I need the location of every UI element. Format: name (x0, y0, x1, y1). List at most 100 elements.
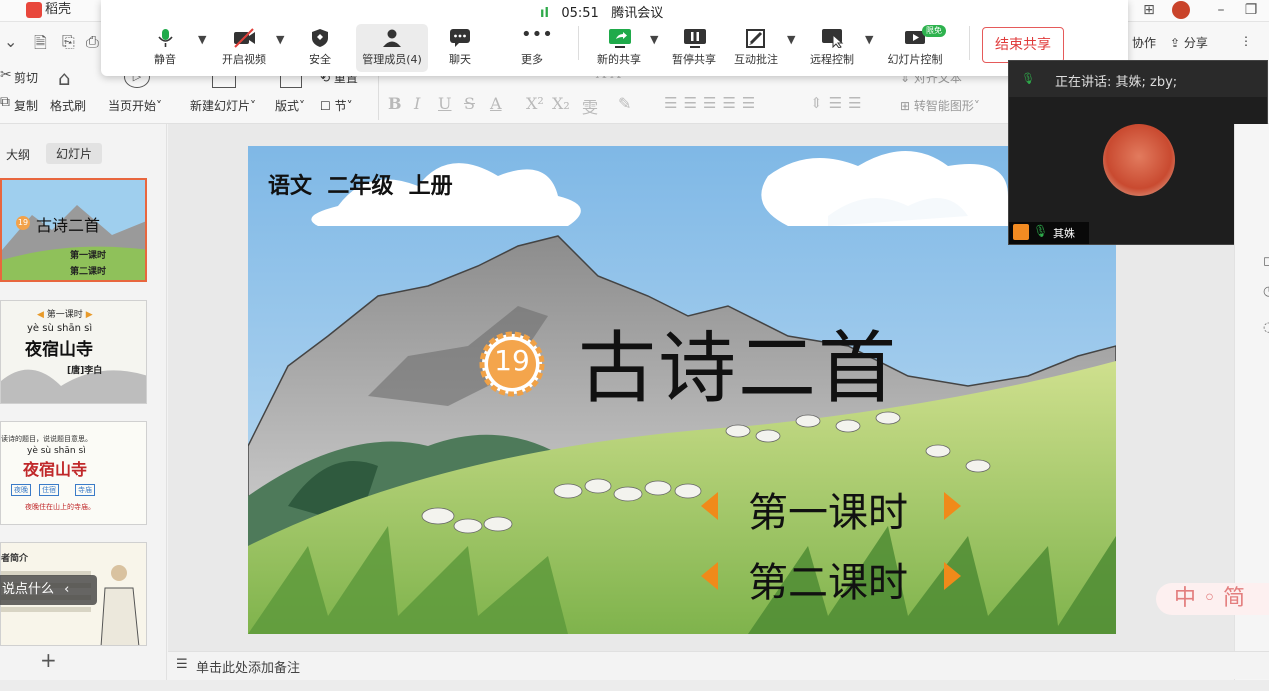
notes-placeholder[interactable]: 单击此处添加备注 (196, 657, 300, 676)
underline-icon[interactable]: U (438, 94, 451, 113)
pinyin-guide-icon[interactable]: 雯 (582, 94, 598, 118)
minimize-icon[interactable]: – (1210, 0, 1232, 20)
bold-icon[interactable]: B (388, 94, 402, 113)
cut-button[interactable]: 剪切 (14, 69, 38, 86)
chat-button[interactable]: 聊天 (430, 24, 490, 72)
print-icon[interactable]: ⎙ (86, 32, 99, 52)
thumb-1-line-1: 第一课时 (70, 251, 107, 261)
slide-title: 古诗二首 (578, 324, 899, 414)
status-bar (0, 680, 1269, 691)
shield-icon (309, 28, 331, 48)
participant-mic-icon: 🎙 (1033, 224, 1049, 238)
security-button[interactable]: 安全 (290, 24, 350, 72)
signal-icon: ıl (540, 6, 549, 21)
collab-button[interactable]: 协作 (1132, 34, 1156, 51)
annotate-icon (745, 28, 767, 48)
more-options-icon[interactable]: ⋮ (1240, 34, 1252, 48)
divider (969, 26, 970, 60)
lesson-2-label: 第二课时 (748, 560, 908, 606)
slide[interactable]: 语文 二年级 上册 19 古诗二首 第一课时 第二课时 (248, 146, 1116, 634)
paragraph-align-icons[interactable]: ☰☰☰☰☰ (664, 94, 761, 112)
meeting-toolbar: ıl 05:51 腾讯会议 静音 ▼ 开启视频 ▼ 安全 管理成员(4) 聊天 … (101, 0, 1128, 76)
side-tool-icon[interactable]: ◔ (1263, 284, 1269, 299)
divider (578, 26, 579, 60)
format-painter-button[interactable]: 格式刷 (50, 97, 86, 114)
thumb-3-title: 夜宿山寺 (23, 460, 88, 479)
annotate-options-caret[interactable]: ▼ (787, 33, 795, 46)
more-button[interactable]: ••• 更多 (502, 24, 562, 72)
chat-overlay-bubble[interactable]: 说点什么 ‹ (0, 575, 97, 605)
slide-thumbnail-1[interactable]: 19 古诗二首 第一课时 第二课时 (0, 178, 147, 282)
section-button[interactable]: ☐ 节˅ (320, 97, 353, 114)
side-tool-icon[interactable]: ◻ (1263, 254, 1269, 269)
video-window[interactable]: 🎙 正在讲话: 其姝; zby; 🎙 其姝 (1008, 60, 1268, 245)
meeting-time: 05:51 (561, 6, 599, 21)
members-icon (381, 28, 403, 48)
ime-indicator[interactable]: 中 ◦ 简 (1156, 583, 1269, 615)
speaker-mic-icon: 🎙 (1021, 72, 1035, 85)
thumb-3-text: 读诗的题目，说说题目意思。 (1, 435, 92, 443)
remote-control-button[interactable]: 远程控制 (802, 24, 862, 72)
thumb-2-pinyin: yè sù shān sì (27, 323, 93, 334)
meeting-header: ıl 05:51 腾讯会议 (540, 2, 663, 21)
tab-slides[interactable]: 幻灯片 (46, 143, 103, 164)
thumb-3-tag: 夜晚 (11, 484, 31, 496)
tab-outline[interactable]: 大纲 (6, 146, 30, 163)
chevron-down-icon[interactable]: ⌄ (4, 32, 17, 51)
slide-thumbnail-3[interactable]: 读诗的题目，说说题目意思。 yè sù shān sì 夜宿山寺 夜晚 住宿 寺… (0, 421, 147, 525)
notes-bar[interactable]: ☰ 单击此处添加备注 (168, 651, 1269, 679)
export-icon[interactable]: ⎘ (62, 32, 75, 52)
share-button[interactable]: ⇪ 分享 (1170, 34, 1208, 51)
mute-button[interactable]: 静音 (135, 24, 195, 72)
share-options-caret[interactable]: ▼ (650, 33, 658, 46)
add-slide-button[interactable]: + (40, 648, 57, 672)
copy-icon[interactable]: ⧉ (0, 94, 10, 110)
thumb-3-pinyin: yè sù shān sì (27, 446, 86, 456)
pause-icon (683, 28, 706, 48)
pause-share-button[interactable]: 暂停共享 (664, 24, 724, 72)
user-avatar[interactable] (1172, 1, 1190, 19)
remote-options-caret[interactable]: ▼ (865, 33, 873, 46)
layout-button[interactable]: 版式˅ (275, 97, 305, 114)
app-name[interactable]: 稻壳 (45, 0, 71, 20)
manage-members-button[interactable]: 管理成员(4) (356, 24, 428, 72)
from-current-button[interactable]: 当页开始˅ (108, 97, 162, 114)
thumb-1-line-2: 第二课时 (70, 267, 107, 277)
subscript-icon[interactable]: X₂ (552, 94, 570, 113)
highlight-icon[interactable]: ✎ (618, 94, 631, 113)
slide-thumbnail-2[interactable]: ◀ 第一课时 ▶ yè sù shān sì 夜宿山寺 [唐]李白 (0, 300, 147, 404)
more-icon: ••• (521, 24, 553, 45)
italic-icon[interactable]: I (414, 94, 420, 113)
scissors-icon[interactable]: ✂ (0, 67, 12, 83)
end-share-button[interactable]: 结束共享 (982, 27, 1064, 63)
font-color-icon[interactable]: A (490, 94, 502, 113)
line-spacing-icons[interactable]: ⇕☰☰ (810, 94, 867, 112)
microphone-icon (154, 28, 176, 48)
mute-options-caret[interactable]: ▼ (198, 33, 206, 46)
grid-icon[interactable]: ⊞ (1138, 0, 1160, 20)
superscript-icon[interactable]: X² (526, 94, 544, 113)
thumb-2-author: [唐]李白 (67, 366, 103, 376)
side-tool-icon[interactable]: ◌ (1263, 320, 1269, 335)
save-icon[interactable]: 🗎 (34, 32, 47, 59)
start-video-button[interactable]: 开启视频 (214, 24, 274, 72)
remote-control-icon (821, 28, 844, 49)
thumb-3-tag: 寺庙 (75, 484, 95, 496)
thumb-1-number: 19 (16, 216, 30, 230)
strikethrough-icon[interactable]: S (464, 94, 475, 113)
lesson-1-label: 第一课时 (748, 490, 908, 536)
restore-icon[interactable]: ❐ (1240, 0, 1262, 20)
new-slide-button[interactable]: 新建幻灯片˅ (190, 97, 256, 114)
slide-panel: 大纲 幻灯片 19 古诗二首 第一课时 第二课时 ◀ 第一课时 ▶ yè sù … (0, 124, 167, 680)
free-badge: 限免 (922, 25, 946, 37)
participant-name: 其姝 (1053, 227, 1075, 240)
lesson-number: 19 (494, 344, 530, 377)
smart-shape-button[interactable]: ⊞ 转智能图形˅ (900, 97, 980, 114)
format-painter-icon[interactable]: ⌂ (58, 66, 71, 90)
video-options-caret[interactable]: ▼ (276, 33, 284, 46)
copy-button[interactable]: 复制 (14, 97, 38, 114)
notes-icon: ☰ (176, 657, 188, 672)
annotate-button[interactable]: 互动批注 (726, 24, 786, 72)
close-icon[interactable]: ‹ (64, 582, 69, 597)
new-share-button[interactable]: 新的共享 (589, 24, 649, 72)
